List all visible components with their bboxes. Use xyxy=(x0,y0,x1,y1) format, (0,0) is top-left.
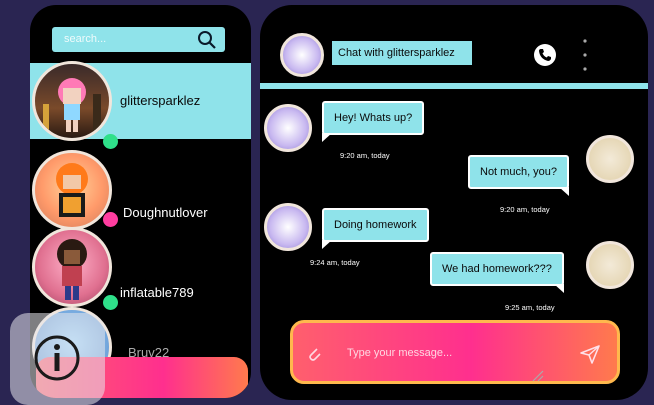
message-bubble-sent: Not much, you? xyxy=(468,155,570,196)
paperclip-icon[interactable] xyxy=(305,345,323,363)
more-vertical-icon[interactable] xyxy=(582,35,588,75)
contact-item-glittersparklez[interactable]: glittersparklez xyxy=(30,61,251,149)
online-status-dot xyxy=(103,134,118,149)
phone-icon[interactable] xyxy=(534,44,556,66)
message-timestamp: 9:20 am, today xyxy=(500,205,550,214)
message-composer[interactable]: Type your message... xyxy=(290,320,620,384)
contact-name: Doughnutlover xyxy=(123,205,208,220)
message-input[interactable]: Type your message... xyxy=(347,347,452,359)
user-avatar xyxy=(586,241,634,289)
chat-panel: Chat with glittersparklez Hey! Whats up?… xyxy=(260,5,648,400)
contact-item-inflatable789[interactable]: inflatable789 xyxy=(30,227,251,310)
avatar xyxy=(32,61,112,141)
info-icon[interactable] xyxy=(32,333,82,383)
contact-item-doughnutlover[interactable]: Doughnutlover xyxy=(30,150,251,230)
message-timestamp: 9:24 am, today xyxy=(310,258,360,267)
message-bubble-sent: We had homework??? xyxy=(430,252,564,293)
sender-avatar xyxy=(264,104,312,152)
user-avatar xyxy=(586,135,634,183)
message-timestamp: 9:20 am, today xyxy=(340,151,390,160)
message-bubble-received: Hey! Whats up? xyxy=(322,101,425,142)
send-icon[interactable] xyxy=(579,343,601,365)
status-dot xyxy=(103,212,118,227)
message-bubble-received: Doing homework xyxy=(322,208,429,249)
contact-name: inflatable789 xyxy=(120,285,194,300)
search-input[interactable]: search... xyxy=(64,33,106,45)
info-overlay[interactable] xyxy=(10,313,105,405)
avatar xyxy=(32,227,112,307)
sender-avatar xyxy=(264,203,312,251)
contact-name: glittersparklez xyxy=(120,93,201,108)
search-icon[interactable] xyxy=(197,30,217,50)
chat-header: Chat with glittersparklez xyxy=(260,5,648,89)
search-bar[interactable]: search... xyxy=(52,27,225,52)
avatar xyxy=(32,150,112,230)
message-timestamp: 9:25 am, today xyxy=(505,303,555,312)
chat-title: Chat with glittersparklez xyxy=(332,41,472,65)
header-divider xyxy=(260,83,648,89)
resize-handle-icon xyxy=(532,370,544,382)
chat-avatar xyxy=(280,33,324,77)
